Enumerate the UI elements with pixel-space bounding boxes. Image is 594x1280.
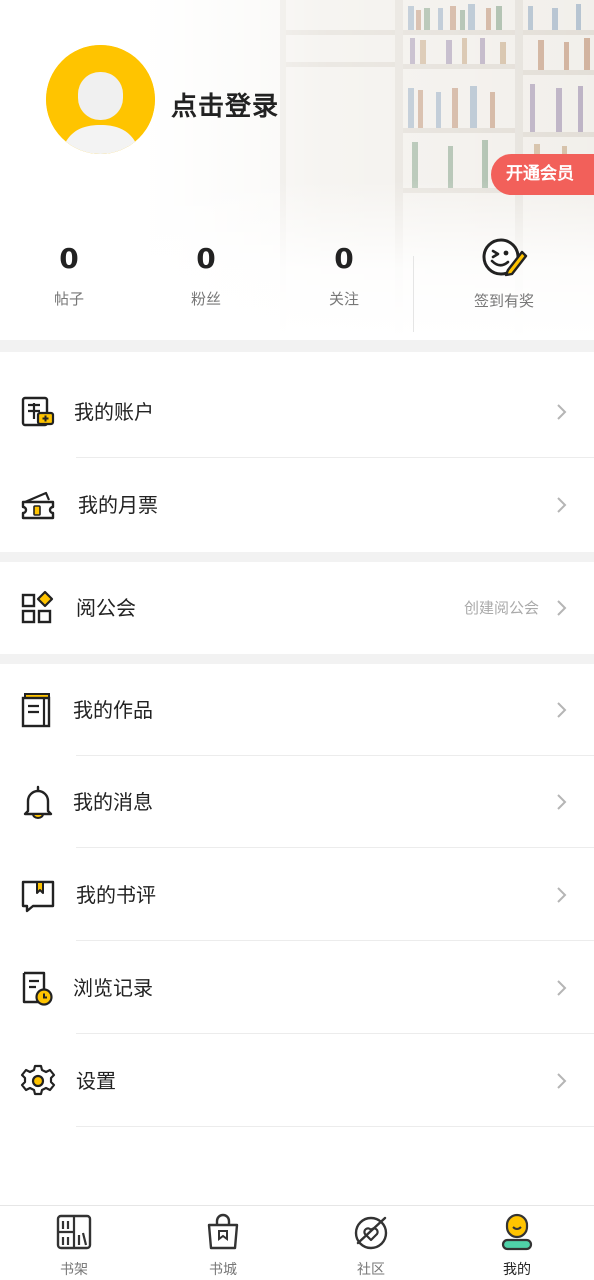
menu-label-messages: 我的消息 [73, 790, 153, 814]
menu-item-account[interactable]: 我的账户 [0, 366, 594, 458]
chevron-right-icon [557, 794, 567, 810]
tab-me[interactable]: 我的 [462, 1206, 572, 1280]
menu-label-works: 我的作品 [73, 698, 153, 722]
apps-icon [21, 590, 54, 624]
stat-followers[interactable]: 0 粉丝 [156, 240, 256, 309]
menu-divider [76, 1126, 594, 1127]
menu-label-guild: 阅公会 [76, 596, 136, 620]
chevron-right-icon [557, 497, 567, 513]
menu-item-works[interactable]: 我的作品 [0, 664, 594, 756]
stat-following-label: 关注 [328, 290, 359, 308]
menu-divider [76, 940, 594, 941]
menu-item-reviews[interactable]: 我的书评 [0, 849, 594, 941]
chevron-right-icon [557, 887, 567, 903]
stats-divider [413, 256, 414, 332]
me-icon [501, 1213, 533, 1251]
section-gap [0, 340, 594, 352]
tab-bookshelf[interactable]: 书架 [19, 1206, 129, 1280]
section-gap [0, 552, 594, 562]
stat-following[interactable]: 0 关注 [294, 240, 394, 309]
wallet-icon [21, 396, 55, 427]
menu-item-guild[interactable]: 阅公会 创建阅公会 [0, 562, 594, 654]
shopping-bag-icon [207, 1213, 239, 1250]
section-gap [0, 654, 594, 664]
checkin-button[interactable]: 签到有奖 [454, 236, 554, 311]
bookshelf-icon [56, 1214, 92, 1250]
chevron-right-icon [557, 702, 567, 718]
tab-label-bookshelf: 书架 [60, 1262, 88, 1278]
community-icon [354, 1216, 388, 1250]
tab-bookstore[interactable]: 书城 [168, 1206, 278, 1280]
chevron-right-icon [557, 980, 567, 996]
tab-label-bookstore: 书城 [209, 1262, 237, 1278]
menu-divider [76, 457, 594, 458]
menu-divider [76, 1033, 594, 1034]
bottom-tab-bar: 书架 书城 社区 我的 [0, 1205, 594, 1280]
ticket-icon [21, 491, 55, 520]
menu-label-account: 我的账户 [74, 400, 154, 424]
default-avatar-icon [46, 45, 155, 154]
tab-community[interactable]: 社区 [316, 1206, 426, 1280]
gear-icon [20, 1064, 56, 1096]
checkin-label: 签到有奖 [473, 292, 534, 310]
stat-posts-count: 0 [59, 242, 79, 275]
login-prompt[interactable]: 点击登录 [171, 86, 279, 123]
menu-label-settings: 设置 [76, 1069, 116, 1093]
vip-membership-button[interactable]: 开通会员 [491, 154, 594, 195]
history-icon [22, 971, 53, 1006]
avatar[interactable] [46, 45, 155, 154]
menu-item-monthly-ticket[interactable]: 我的月票 [0, 459, 594, 551]
chevron-right-icon [557, 404, 567, 420]
book-icon [21, 693, 51, 728]
chevron-right-icon [557, 600, 567, 616]
stat-posts-label: 帖子 [53, 290, 84, 308]
tab-label-me: 我的 [503, 1262, 531, 1278]
tab-label-community: 社区 [357, 1262, 385, 1278]
bookmark-icon [21, 880, 55, 913]
stat-following-count: 0 [334, 242, 354, 275]
create-guild-link[interactable]: 创建阅公会 [464, 562, 539, 654]
menu-item-settings[interactable]: 设置 [0, 1035, 594, 1127]
stat-followers-label: 粉丝 [190, 290, 221, 308]
menu-divider [76, 847, 594, 848]
menu-label-reviews: 我的书评 [76, 883, 156, 907]
menu-label-monthly-ticket: 我的月票 [78, 493, 158, 517]
stat-posts[interactable]: 0 帖子 [19, 240, 119, 309]
menu-label-history: 浏览记录 [73, 976, 153, 1000]
stat-followers-count: 0 [196, 242, 216, 275]
menu-item-history[interactable]: 浏览记录 [0, 942, 594, 1034]
chevron-right-icon [557, 1073, 567, 1089]
bell-icon [23, 785, 53, 819]
smile-pencil-icon [482, 238, 528, 277]
menu-item-messages[interactable]: 我的消息 [0, 756, 594, 848]
